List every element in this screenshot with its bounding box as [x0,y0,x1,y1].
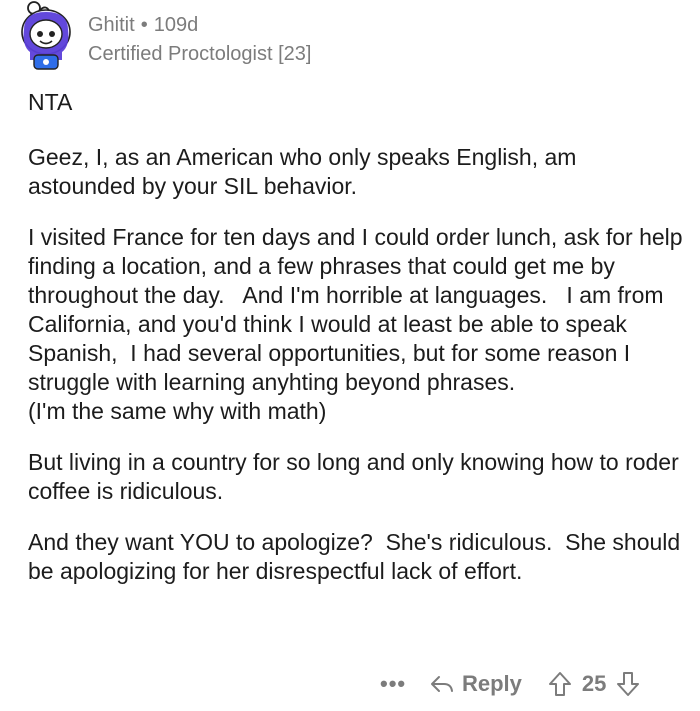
reply-button[interactable]: Reply [430,671,522,697]
comment-paragraph: I visited France for ten days and I coul… [28,224,683,424]
snoo-avatar-icon [21,1,71,70]
comment-paragraph: But living in a country for so long and … [28,449,686,504]
avatar[interactable] [14,0,76,70]
vote-score: 25 [581,671,607,696]
comment-body: NTA Geez, I, as an American who only spe… [28,88,688,586]
vote-controls: 25 [548,671,640,697]
more-options-button[interactable]: ••• [380,671,406,697]
user-flair: Certified Proctologist [23] [88,43,312,65]
comment-paragraph: Geez, I, as an American who only speaks … [28,144,583,199]
comment-paragraph: And they want YOU to apologize? She's ri… [28,529,687,584]
comment-meta: Ghitit • 109d Certified Proctologist [23] [88,14,311,66]
reply-label: Reply [462,671,522,696]
comment-paragraph: NTA [28,89,73,115]
meta-line: Ghitit • 109d [88,14,311,37]
downvote-arrow-icon[interactable] [616,671,640,697]
meta-separator: • [140,14,148,36]
comment-actions: ••• Reply 25 [380,668,680,700]
upvote-arrow-icon[interactable] [548,671,572,697]
username[interactable]: Ghitit [88,14,135,36]
comment-age: 109d [153,14,199,36]
reply-arrow-icon [431,676,453,692]
